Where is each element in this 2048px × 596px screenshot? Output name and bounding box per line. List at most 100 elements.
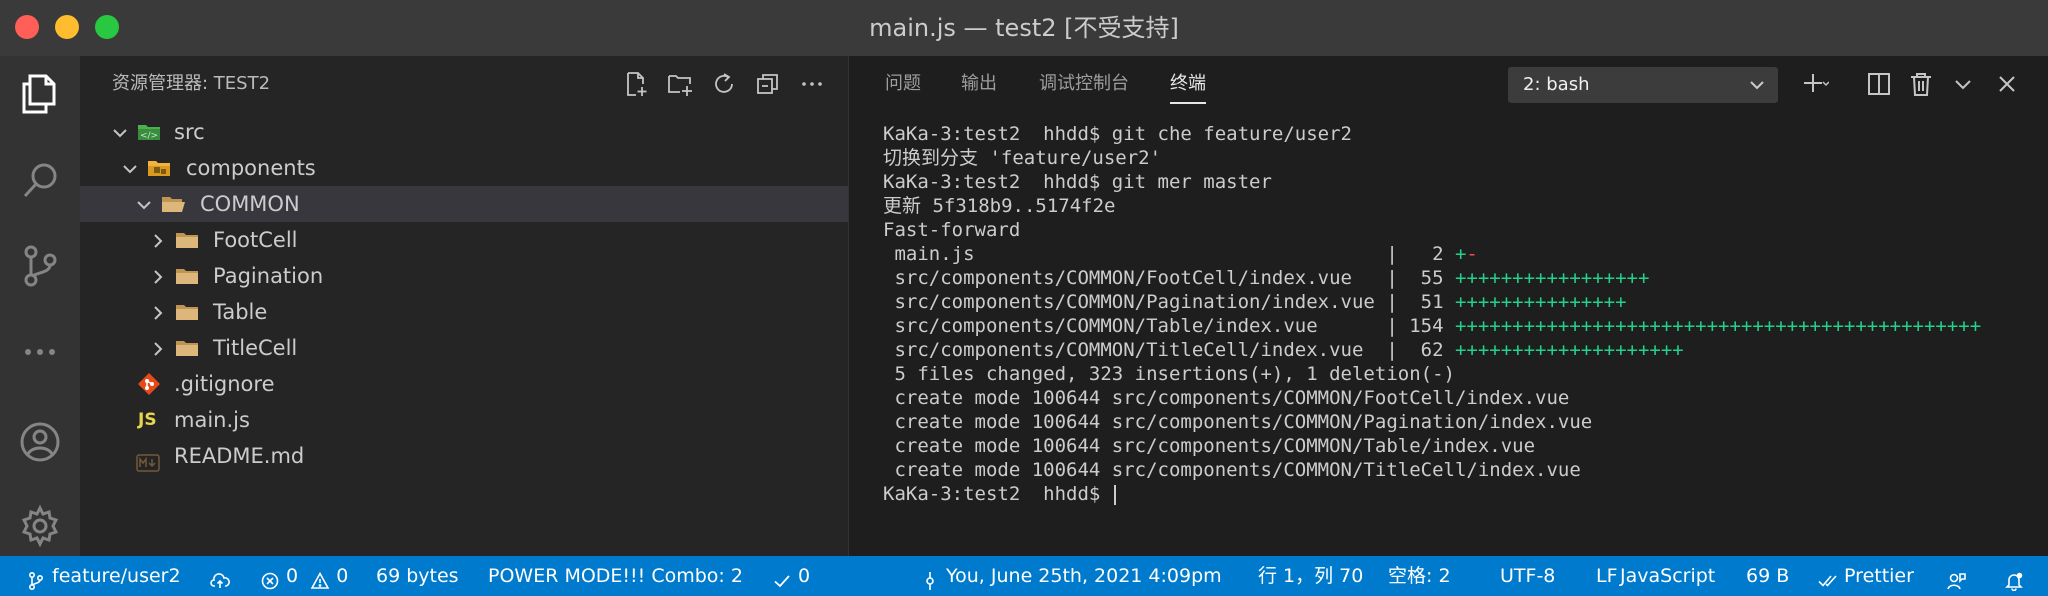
explorer-sidebar: 资源管理器: TEST2 </> src components COMMON F… [80, 56, 848, 556]
tab-output[interactable]: 输出 [961, 56, 997, 112]
diffstat-insertions: ++++++++++++++++++++ [1454, 339, 1684, 361]
chevron-down-icon [118, 156, 142, 180]
tree-item-components[interactable]: components [80, 150, 848, 186]
terminal-select[interactable]: 2: bash [1508, 67, 1778, 103]
diffstat-text: src/components/COMMON/FootCell/index.vue… [883, 267, 1455, 289]
status-indentation[interactable]: 空格: 2 [1388, 556, 1451, 596]
git-file-icon [136, 371, 162, 397]
javascript-icon: JS [138, 410, 157, 430]
notifications-button[interactable] [2004, 556, 2024, 596]
tree-item-gitignore[interactable]: .gitignore [80, 366, 848, 402]
status-eol[interactable]: LF [1596, 556, 1618, 596]
refresh-icon[interactable] [710, 70, 738, 98]
tree-item-src[interactable]: </> src [80, 114, 848, 150]
chevron-right-icon [146, 228, 170, 252]
sync-button[interactable] [210, 556, 230, 596]
tree-item-titlecell[interactable]: TitleCell [80, 330, 848, 366]
chevron-down-icon [1745, 73, 1769, 97]
tree-item-label: .gitignore [174, 372, 275, 396]
explorer-header: 资源管理器: TEST2 [80, 56, 848, 112]
terminal-line: create mode 100644 src/components/COMMON… [883, 459, 1581, 481]
search-icon[interactable] [16, 156, 64, 204]
tree-item-footcell[interactable]: FootCell [80, 222, 848, 258]
bottom-panel: 问题 输出 调试控制台 终端 2: bash KaKa-3:test2 hhdd… [848, 56, 2048, 556]
language-mode: JavaScript [1620, 565, 1716, 587]
terminal-line: src/components/COMMON/Table/index.vue | … [883, 314, 2033, 338]
window-title: main.js — test2 [不受支持] [869, 14, 1179, 42]
status-git-blame[interactable]: You, June 25th, 2021 4:09pm [920, 556, 1222, 596]
new-folder-icon[interactable] [666, 70, 694, 98]
terminal-line: KaKa-3:test2 hhdd$ git che feature/user2 [883, 123, 1352, 145]
split-terminal-icon[interactable] [1865, 70, 1893, 98]
terminal-output[interactable]: KaKa-3:test2 hhdd$ git che feature/user2… [883, 122, 2033, 506]
tab-terminal[interactable]: 终端 [1170, 56, 1206, 112]
tree-item-pagination[interactable]: Pagination [80, 258, 848, 294]
chevron-right-icon [146, 336, 170, 360]
chevron-down-icon[interactable] [1949, 70, 1977, 98]
diffstat-text: src/components/COMMON/Table/index.vue | … [883, 315, 1455, 337]
checks-count: 0 [798, 565, 811, 587]
collapse-all-icon[interactable] [754, 70, 782, 98]
components-folder-icon [146, 155, 172, 181]
tree-item-label: TitleCell [213, 336, 298, 360]
account-icon[interactable] [16, 418, 64, 466]
chevron-down-icon [108, 120, 132, 144]
terminal-line: src/components/COMMON/TitleCell/index.vu… [883, 338, 2033, 362]
diffstat-insertions: ++++++++++++++++++++++++++++++++++++++++… [1454, 315, 1982, 337]
double-check-icon [1818, 565, 1838, 587]
status-file-size[interactable]: 69 B [1746, 556, 1789, 596]
tree-item-label: README.md [174, 444, 305, 468]
new-terminal-icon[interactable] [1801, 70, 1830, 98]
terminal-line: main.js | 2 +- [883, 242, 2033, 266]
feedback-button[interactable] [1946, 556, 1966, 596]
diffstat-insertions: + [1454, 243, 1467, 265]
tab-problems[interactable]: 问题 [885, 56, 921, 112]
status-language[interactable]: JavaScript [1620, 556, 1715, 596]
new-file-icon[interactable] [622, 70, 650, 98]
trash-icon[interactable] [1907, 70, 1935, 98]
branch-name: feature/user2 [52, 565, 181, 587]
terminal-line: create mode 100644 src/components/COMMON… [883, 435, 1536, 457]
source-folder-icon: </> [136, 119, 162, 145]
status-problems[interactable]: 0 0 [260, 556, 348, 596]
more-icon[interactable] [16, 328, 64, 376]
diffstat-text: src/components/COMMON/Pagination/index.v… [883, 291, 1455, 313]
source-control-icon[interactable] [16, 242, 64, 290]
diffstat-text: src/components/COMMON/TitleCell/index.vu… [883, 339, 1455, 361]
chevron-right-icon [146, 264, 170, 288]
warning-icon [310, 565, 330, 589]
terminal-prompt-line[interactable]: KaKa-3:test2 hhdd$ [883, 482, 2033, 506]
explorer-icon[interactable] [16, 70, 64, 118]
tree-item-common[interactable]: COMMON [80, 186, 848, 222]
error-count: 0 [286, 565, 299, 587]
tree-item-readme[interactable]: README.md [80, 438, 848, 474]
more-actions-icon[interactable] [798, 70, 826, 98]
tree-item-label: main.js [174, 408, 250, 432]
terminal-line: KaKa-3:test2 hhdd$ git mer master [883, 171, 1272, 193]
tree-item-table[interactable]: Table [80, 294, 848, 330]
title-bar: main.js — test2 [不受支持] [0, 0, 2048, 57]
tree-item-label: FootCell [213, 228, 298, 252]
status-formatter[interactable]: Prettier [1818, 556, 1914, 596]
terminal-line: 更新 5f318b9..5174f2e [883, 195, 1116, 217]
status-cursor-position[interactable]: 行 1，列 70 [1258, 556, 1363, 596]
tree-item-label: Pagination [213, 264, 324, 288]
tree-item-label: COMMON [200, 192, 300, 216]
terminal-line: 切换到分支 'feature/user2' [883, 147, 1162, 169]
status-bar: feature/user2 0 0 69 bytes POWER MODE!!!… [0, 556, 2048, 596]
terminal-line: create mode 100644 src/components/COMMON… [883, 411, 1593, 433]
terminal-select-value: 2: bash [1523, 74, 1590, 95]
tab-debug-console[interactable]: 调试控制台 [1039, 56, 1129, 112]
tree-item-label: Table [213, 300, 268, 324]
status-power-mode[interactable]: POWER MODE!!! Combo: 2 [488, 556, 743, 596]
chevron-right-icon [146, 300, 170, 324]
svg-text:</>: </> [140, 131, 158, 141]
status-file-bytes[interactable]: 69 bytes [376, 556, 459, 596]
tree-item-main-js[interactable]: JS main.js [80, 402, 848, 438]
status-branch[interactable]: feature/user2 [26, 556, 181, 596]
status-encoding[interactable]: UTF-8 [1500, 556, 1555, 596]
close-panel-icon[interactable] [1993, 70, 2021, 98]
status-checks[interactable]: 0 [772, 556, 810, 596]
terminal-prompt: KaKa-3:test2 hhdd$ [883, 483, 1112, 505]
gear-icon[interactable] [16, 502, 64, 550]
